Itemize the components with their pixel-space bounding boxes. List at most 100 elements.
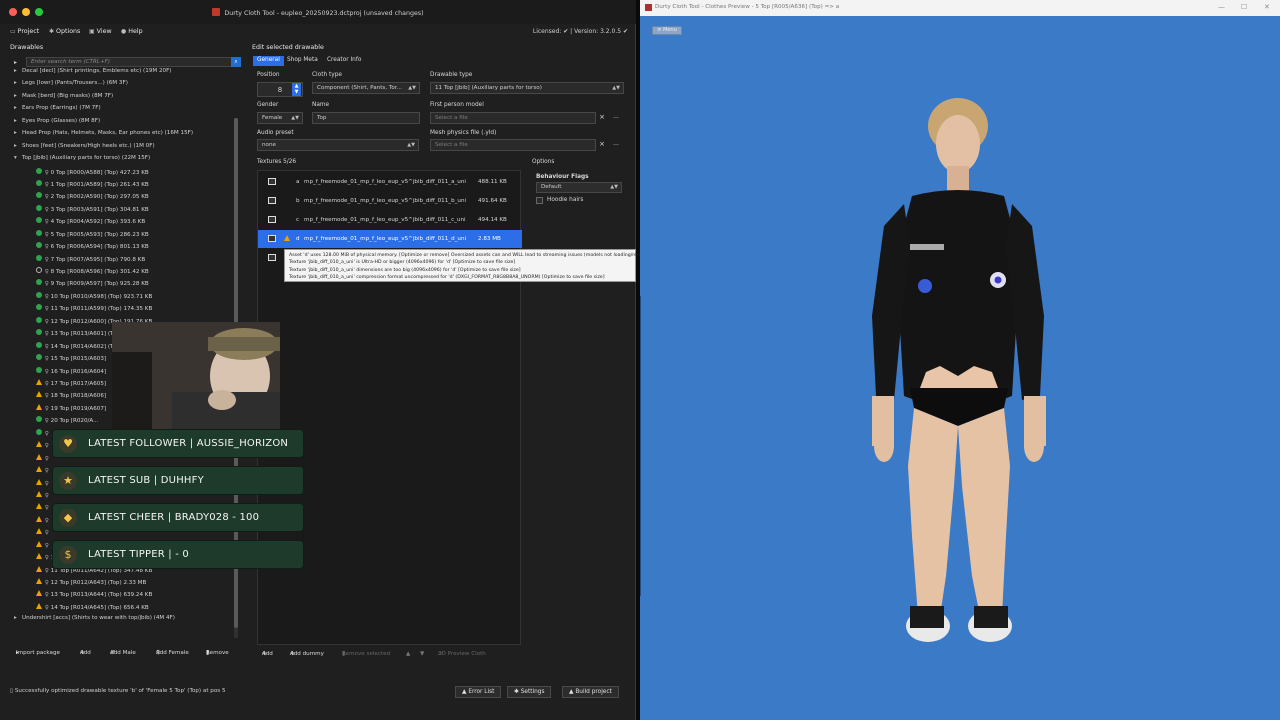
tree-item[interactable]: ▸ Undershirt [accs] (Shirts to wear with … [14,615,175,627]
tree-item[interactable]: ♀ 5 Top [R005/A593] (Top) 286.23 KB [28,229,149,242]
chevron-right-icon[interactable]: ▸ [14,93,22,99]
tree-item[interactable]: ♀ [28,453,49,466]
texture-row[interactable]: a mp_f_freemode_01_mp_f_leo_eup_v5^jbib_d… [258,173,522,191]
texture-name: mp_f_freemode_01_mp_f_leo_eup_v5^jbib_di… [304,217,466,223]
gender-icon: ♀ [43,443,49,450]
tree-item[interactable]: ♀ 9 Top [R009/A597] (Top) 925.28 KB [28,279,149,291]
clear-fp-model-button[interactable]: × [597,112,607,124]
tree-item[interactable]: ♀ 7 Top [R007/A595] (Top) 790.8 KB [28,254,145,267]
mesh-input[interactable]: Select a file [430,139,596,151]
tree-item[interactable]: ♀ 12 Top [R012/A643] (Top) 2.33 MB [28,578,146,590]
character-preview-viewport[interactable] [640,16,1280,720]
gender-select[interactable]: Female ▲▼ [257,112,303,124]
menu-help[interactable]: ● Help [121,28,143,35]
tree-item[interactable]: ♀ 3 Top [R003/A591] (Top) 304.81 KB [28,204,149,217]
search-button[interactable]: ⌕ [231,57,241,67]
tree-item[interactable]: ♀ 17 Top [R017/A605] [28,379,106,391]
tree-item[interactable]: ♀ [28,466,49,478]
chevron-right-icon[interactable]: ▸ [14,130,22,136]
tree-item[interactable]: ♀ [28,540,49,553]
tree-item[interactable]: ▸ Legs [lowr] (Pants/Trousers...) (6M 3F) [14,80,128,92]
texture-warning-tooltip: Asset 'd' uses 128.00 MiB of physical me… [284,249,823,282]
tree-item[interactable]: ♀ 14 Top [R014/A645] (Top) 656.4 KB [28,602,149,615]
build-project-button[interactable]: ▲ Build project [562,686,619,698]
position-stepper[interactable]: ▲ ▼ [292,83,301,96]
tree-item[interactable]: ♀ [28,528,49,540]
tab-general[interactable]: General [253,56,284,66]
browse-mesh-button[interactable]: … [611,139,621,151]
menu-project-label: Project [17,28,40,35]
tree-item-label: 6 Top [R006/A594] (Top) 801.13 KB [50,244,149,251]
tree-item[interactable]: ▸ Eyes Prop (Glasses) (8M 8F) [14,118,100,130]
tree-item[interactable]: ▾ Top [jbib] (Auxiliary parts for torso) … [14,155,150,167]
tree-item[interactable]: ♀ [28,503,49,515]
tree-item[interactable]: ♀ [28,490,49,503]
texture-row[interactable]: d mp_f_freemode_01_mp_f_leo_eup_v5^jbib_d… [258,230,522,248]
tree-item[interactable]: ♀ 2 Top [R002/A590] (Top) 297.05 KB [28,192,149,204]
tree-item[interactable]: ♀ 1 Top [R001/A589] (Top) 261.43 KB [28,179,149,192]
tree-item[interactable]: ♀ 13 Top [R013/A644] (Top) 639.24 KB [28,590,152,602]
tree-item[interactable]: ♀ [28,478,49,491]
tree-item[interactable]: ♀ 6 Top [R006/A594] (Top) 801.13 KB [28,242,149,254]
preview-menu-button[interactable]: ≡ Menu [652,26,682,35]
settings-button[interactable]: ✱ Settings [507,686,552,698]
tree-item[interactable]: ▸ Head Prop (Hats, Helmets, Masks, Ear ph… [14,130,193,142]
close-icon[interactable]: ✕ [1264,3,1270,11]
drawable-type-select[interactable]: 11 Top [jbib] (Auxiliary parts for torso… [430,82,624,94]
tree-item[interactable]: ▸ Mask [berd] (Big masks) (8M 7F) [14,93,113,105]
texture-row[interactable]: b mp_f_freemode_01_mp_f_leo_eup_v5^jbib_d… [258,192,522,210]
tree-item[interactable]: ♀ 18 Top [R018/A606] [28,391,106,403]
chevron-right-icon[interactable]: ▸ [14,615,22,621]
hoodie-hairs-checkbox[interactable] [536,197,543,204]
hoodie-hairs-label: Hoodie hairs [547,197,584,203]
tree-item[interactable]: ♀ 20 Top [R020/A... [28,416,98,428]
maximize-icon[interactable]: ☐ [1241,3,1247,11]
tab-creator-info[interactable]: Creator Info [323,56,365,66]
tree-item[interactable]: ♀ [28,441,49,453]
tree-item[interactable]: ♀ 15 Top [R015/A603] [28,354,106,366]
tree-item[interactable]: ▸ Shoes [feet] (Sneakers/High heels etc.)… [14,143,155,155]
tree-item-label: Eyes Prop (Glasses) (8M 8F) [22,117,101,124]
texture-row[interactable]: c mp_f_freemode_01_mp_f_leo_eup_v5^jbib_d… [258,211,522,229]
chevron-right-icon[interactable]: ▸ [14,118,22,124]
minimize-icon[interactable]: — [1218,3,1225,11]
audio-select[interactable]: none ▲▼ [257,139,419,151]
tree-item[interactable]: ♀ 8 Top [R008/A596] (Top) 301.42 KB [28,267,149,279]
more-icon: … [613,140,619,147]
expand-all-icon[interactable]: ▸ [14,59,17,66]
tree-item[interactable]: ♀ 10 Top [R010/A598] (Top) 923.71 KB [28,291,152,304]
chevron-right-icon[interactable]: ▸ [14,80,22,86]
fp-model-input[interactable]: Select a file [430,112,596,124]
behaviour-flags-select[interactable]: Default ▲▼ [536,182,622,193]
tree-item-label: Mask [berd] (Big masks) (8M 7F) [22,92,114,99]
search-input[interactable]: Enter search term (CTRL+F) [26,57,240,67]
alert-glyph: ★ [63,474,73,487]
chevron-down-icon[interactable]: ▾ [14,155,22,161]
warning-icon [36,553,42,560]
chevron-right-icon[interactable]: ▸ [14,143,22,149]
tree-item[interactable]: ♀ [28,515,49,528]
cloth-type-select[interactable]: Component (Shirt, Pants, Tor... ▲▼ [312,82,420,94]
tree-item[interactable]: ▸ Decal [decl] (Shirt printings, Emblems … [14,68,171,80]
tree-item[interactable]: ♀ 16 Top [R016/A604] [28,366,106,379]
menu-view[interactable]: ▣ View [89,28,112,35]
tree-item[interactable]: ♀ 4 Top [R004/A592] (Top) 393.6 KB [28,217,145,229]
tree-item[interactable]: ▸ Ears Prop (Earrings) (7M 7F) [14,105,101,117]
gender-icon: ♀ [43,269,51,276]
tree-item[interactable]: ♀ 0 Top [R000/A588] (Top) 427.23 KB [28,167,149,180]
tree-item[interactable]: ♀ 11 Top [R011/A599] (Top) 174.35 KB [28,304,152,316]
gender-icon: ♀ [43,381,51,387]
tree-item[interactable]: ♀ 19 Top [R019/A607] [28,403,106,416]
chevron-right-icon[interactable]: ▸ [14,105,22,111]
menu-help-label: Help [128,28,143,35]
clear-mesh-button[interactable]: × [597,139,607,151]
menu-project[interactable]: ▭ Project [10,28,39,35]
menu-options[interactable]: ✱ Options [49,28,80,35]
name-input[interactable]: Top [312,112,420,124]
chevron-right-icon[interactable]: ▸ [14,68,22,74]
status-icon [36,204,42,211]
tree-item[interactable]: ♀ [28,428,49,441]
error-list-button[interactable]: ▲ Error List [455,686,502,698]
tab-shop-meta[interactable]: Shop Meta [283,56,322,66]
browse-fp-model-button[interactable]: … [611,112,621,124]
